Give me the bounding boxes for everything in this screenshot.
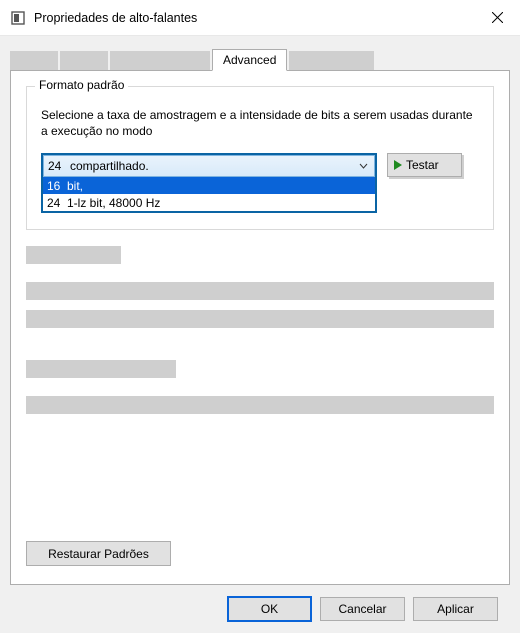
combo-prefix: 24 xyxy=(48,159,68,173)
restore-defaults-button[interactable]: Restaurar Padrões xyxy=(26,541,171,566)
chevron-down-icon xyxy=(352,156,374,176)
group-legend: Formato padrão xyxy=(35,78,128,92)
format-combo[interactable]: 24 compartilhado. 16 bit, xyxy=(41,153,377,213)
apply-button[interactable]: Aplicar xyxy=(413,597,498,621)
app-icon xyxy=(10,10,26,26)
combo-option[interactable]: 24 1-lz bit, 48000 Hz xyxy=(43,194,375,211)
combo-row: 24 compartilhado. 16 bit, xyxy=(41,153,479,213)
default-format-group: Formato padrão Selecione a taxa de amost… xyxy=(26,86,494,230)
restore-button-label: Restaurar Padrões xyxy=(48,547,149,561)
combo-dropdown-list: 16 bit, 24 1-lz bit, 48000 Hz xyxy=(43,177,375,211)
option-prefix: 16 xyxy=(47,179,67,193)
option-text: 1-lz bit, 48000 Hz xyxy=(67,196,160,210)
option-prefix: 24 xyxy=(47,196,67,210)
placeholder-block xyxy=(26,396,494,414)
placeholder-block xyxy=(26,282,494,300)
cancel-button[interactable]: Cancelar xyxy=(320,597,405,621)
placeholder-block xyxy=(26,246,121,264)
tab-placeholder[interactable] xyxy=(10,51,58,70)
placeholder-block xyxy=(26,310,494,328)
tab-placeholder[interactable] xyxy=(60,51,108,70)
dialog-body: Advanced Formato padrão Selecione a taxa… xyxy=(0,36,520,633)
tab-panel: Formato padrão Selecione a taxa de amost… xyxy=(10,70,510,585)
titlebar: Propriedades de alto-falantes xyxy=(0,0,520,36)
close-icon xyxy=(492,12,503,23)
placeholder-block xyxy=(26,360,176,378)
combo-display[interactable]: 24 compartilhado. xyxy=(43,155,375,177)
test-button-label: Testar xyxy=(406,158,439,172)
ok-button-label: OK xyxy=(261,602,278,616)
test-button[interactable]: Testar xyxy=(387,153,462,177)
play-icon xyxy=(394,160,402,170)
cancel-button-label: Cancelar xyxy=(338,602,386,616)
apply-button-label: Aplicar xyxy=(437,602,474,616)
tab-placeholder[interactable] xyxy=(110,51,210,70)
dialog-footer: OK Cancelar Aplicar xyxy=(10,585,510,633)
window-title: Propriedades de alto-falantes xyxy=(34,11,474,25)
combo-option[interactable]: 16 bit, xyxy=(43,177,375,194)
dialog-window: Propriedades de alto-falantes Advanced F… xyxy=(0,0,520,633)
close-button[interactable] xyxy=(474,0,520,36)
combo-text: compartilhado. xyxy=(68,159,352,173)
ok-button[interactable]: OK xyxy=(227,596,312,622)
tab-strip: Advanced xyxy=(10,48,510,70)
tab-advanced[interactable]: Advanced xyxy=(212,49,287,71)
option-text: bit, xyxy=(67,179,83,193)
group-description: Selecione a taxa de amostragem e a inten… xyxy=(41,107,479,139)
tab-placeholder[interactable] xyxy=(289,51,374,70)
